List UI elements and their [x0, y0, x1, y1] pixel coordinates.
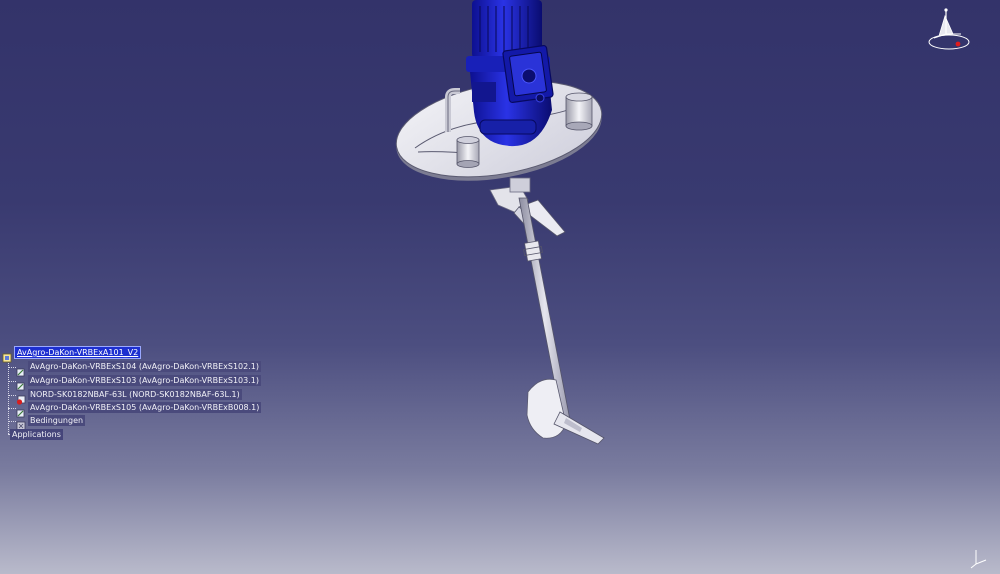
tree-item-s104[interactable]: AvAgro-DaKon-VRBExS104 (AvAgro-DaKon-VRB…: [16, 360, 261, 376]
agitator-3d-model[interactable]: [0, 0, 1000, 574]
front-socket[interactable]: [456, 136, 480, 168]
tree-item-label[interactable]: Applications: [10, 429, 63, 440]
tree-item-label[interactable]: NORD-SK0182NBAF-63L (NORD-SK0182NBAF-63L…: [28, 389, 242, 400]
tree-item-label[interactable]: AvAgro-DaKon-VRBExS103 (AvAgro-DaKon-VRB…: [28, 375, 261, 386]
tree-root-node[interactable]: AvAgro-DaKon-VRBExA101_V2: [2, 346, 142, 362]
rear-socket[interactable]: [565, 92, 593, 131]
tree-item-label[interactable]: Bedingungen: [28, 415, 86, 426]
tree-item-s105[interactable]: AvAgro-DaKon-VRBExS105 (AvAgro-DaKon-VRB…: [16, 401, 262, 417]
tree-item-s103[interactable]: AvAgro-DaKon-VRBExS103 (AvAgro-DaKon-VRB…: [16, 374, 261, 390]
part-icon: [16, 362, 26, 376]
tree-item-label[interactable]: AvAgro-DaKon-VRBExS105 (AvAgro-DaKon-VRB…: [28, 402, 262, 413]
specification-tree[interactable]: AvAgro-DaKon-VRBExA101_V2 AvAgro-DaKon-V…: [2, 344, 262, 444]
tree-item-constraints[interactable]: Bedingungen: [16, 414, 86, 430]
tree-item-label[interactable]: AvAgro-DaKon-VRBExS104 (AvAgro-DaKon-VRB…: [28, 361, 261, 372]
part-error-icon: [16, 390, 26, 405]
gear-motor[interactable]: [466, 0, 554, 147]
shaft-coupling[interactable]: [523, 240, 543, 262]
constraints-icon: [16, 416, 26, 430]
axis-system-icon: [966, 546, 990, 570]
part-icon: [16, 376, 26, 390]
compass-icon[interactable]: [925, 4, 973, 52]
3d-viewport[interactable]: AvAgro-DaKon-VRBExA101_V2 AvAgro-DaKon-V…: [0, 0, 1000, 574]
tree-root-label[interactable]: AvAgro-DaKon-VRBExA101_V2: [14, 346, 142, 359]
product-icon: [2, 348, 12, 362]
part-icon: [16, 403, 26, 417]
tree-item-applications[interactable]: Applications: [10, 428, 63, 441]
tree-item-nord-motor[interactable]: NORD-SK0182NBAF-63L (NORD-SK0182NBAF-63L…: [16, 388, 242, 405]
